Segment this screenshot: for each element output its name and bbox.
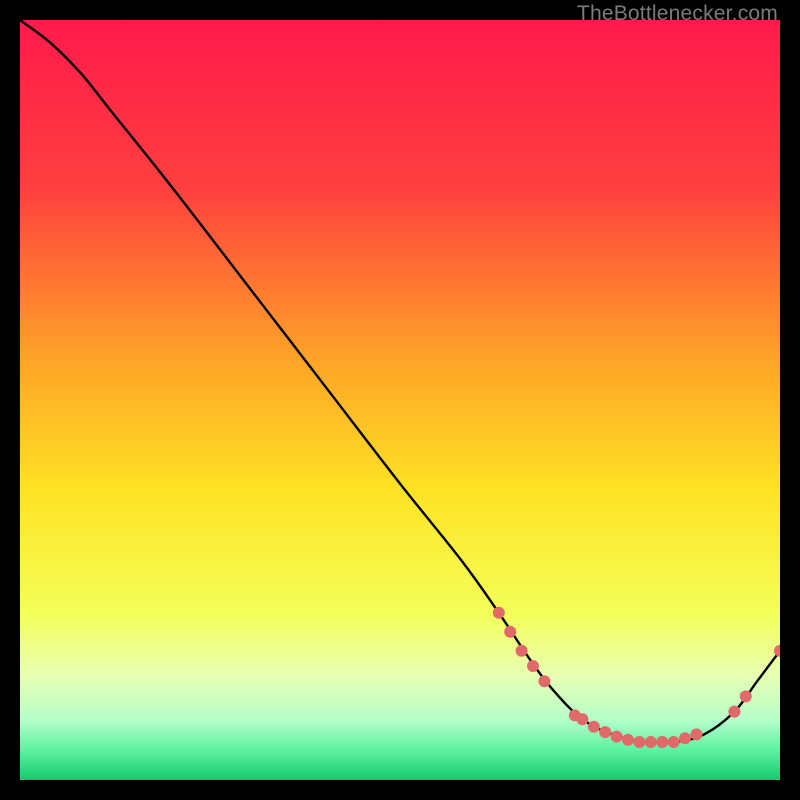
marker-dot <box>493 607 505 619</box>
marker-dot <box>656 736 668 748</box>
marker-dot <box>622 734 634 746</box>
marker-dot <box>645 736 657 748</box>
chart-frame <box>20 20 780 780</box>
marker-dot <box>538 675 550 687</box>
marker-dot <box>504 626 516 638</box>
marker-dot <box>668 736 680 748</box>
marker-dot <box>611 731 623 743</box>
bottleneck-chart <box>20 20 780 780</box>
marker-dot <box>690 728 702 740</box>
marker-dot <box>679 732 691 744</box>
marker-dot <box>740 690 752 702</box>
marker-dot <box>728 706 740 718</box>
marker-dot <box>576 713 588 725</box>
gradient-background <box>20 20 780 780</box>
marker-dot <box>527 660 539 672</box>
marker-dot <box>588 721 600 733</box>
watermark-text: TheBottlenecker.com <box>577 2 778 26</box>
marker-dot <box>516 645 528 657</box>
marker-dot <box>599 726 611 738</box>
marker-dot <box>633 736 645 748</box>
